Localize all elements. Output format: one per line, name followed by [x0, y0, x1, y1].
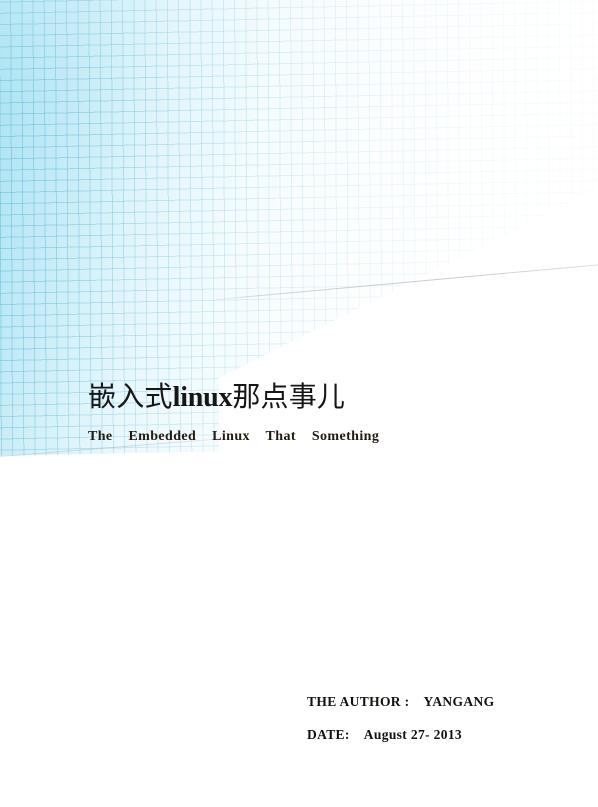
- page-title-latin: linux: [172, 382, 233, 413]
- document-metadata-block: THE AUTHOR : YANGANG DATE: August 27- 2013: [307, 692, 567, 745]
- author-line: THE AUTHOR : YANGANG: [307, 692, 567, 712]
- page-title: 嵌入式linux那点事儿: [88, 378, 548, 418]
- page-title-chinese-trail: 那点事儿: [232, 382, 346, 413]
- page-title-chinese-lead: 嵌入式: [88, 382, 173, 413]
- author-value: YANGANG: [423, 694, 495, 709]
- document-cover-page: 嵌入式linux那点事儿 The Embedded Linux That Som…: [0, 0, 598, 807]
- author-label: THE AUTHOR :: [307, 694, 410, 709]
- title-block: 嵌入式linux那点事儿 The Embedded Linux That Som…: [88, 378, 548, 446]
- date-label: DATE:: [307, 727, 350, 742]
- page-subtitle: The Embedded Linux That Something: [88, 429, 380, 444]
- date-line: DATE: August 27- 2013: [307, 725, 567, 745]
- date-value: August 27- 2013: [363, 727, 463, 742]
